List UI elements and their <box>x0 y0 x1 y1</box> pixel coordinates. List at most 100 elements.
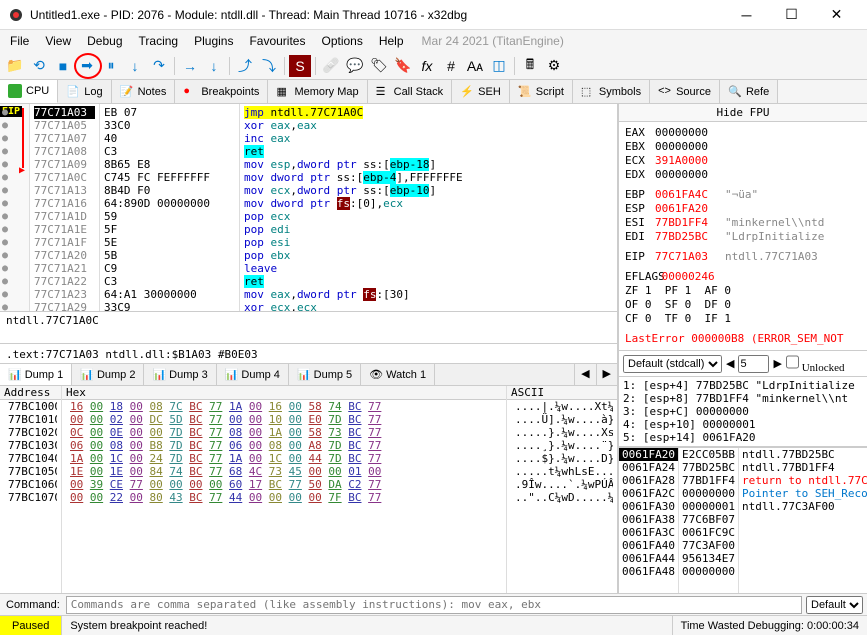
breakpoint-gutter[interactable]: ●●●●●●●●●●●●●●●●●●●●●●●● <box>2 106 8 311</box>
tab-dump4[interactable]: 📊Dump 4 <box>217 364 289 385</box>
notes-icon: 📝 <box>120 85 134 99</box>
scylla-icon[interactable]: S <box>289 55 311 77</box>
trace-over-icon[interactable]: ↓ <box>203 55 225 77</box>
tab-notes[interactable]: 📝Notes <box>112 80 176 103</box>
tab-memory-map[interactable]: ▦Memory Map <box>268 80 367 103</box>
stack-args[interactable]: 1: [esp+4] 77BD25BC "LdrpInitialize2: [e… <box>619 376 867 446</box>
tab-dump2[interactable]: 📊Dump 2 <box>72 364 144 385</box>
calls-icon[interactable]: ◫ <box>488 55 510 77</box>
stack-controls: Default (stdcall) ◀ ▶ Unlocked <box>619 350 867 376</box>
dump-nav-right[interactable]: ▶ <box>596 364 617 385</box>
comments-icon[interactable]: 💬 <box>344 55 366 77</box>
menu-plugins[interactable]: Plugins <box>188 32 239 50</box>
minimize-button[interactable]: ─ <box>724 1 769 29</box>
tab-source[interactable]: <>Source <box>650 80 720 103</box>
tab-references[interactable]: 🔍Refe <box>720 80 778 103</box>
tab-script[interactable]: 📜Script <box>510 80 573 103</box>
symbols-icon: ⬚ <box>581 85 595 99</box>
dump-icon: 📊 <box>80 368 94 381</box>
nav-right-icon[interactable]: ▶ <box>773 357 781 370</box>
step-over-icon[interactable]: ↷ <box>148 55 170 77</box>
assembly-column: jmp ntdll.77C71A0Cxor eax,eaxinc eaxretm… <box>240 104 617 311</box>
strings-icon[interactable]: Aᴀ <box>464 55 486 77</box>
statusbar: Paused System breakpoint reached! Time W… <box>0 615 867 635</box>
tab-symbols[interactable]: ⬚Symbols <box>573 80 650 103</box>
status-paused: Paused <box>0 616 62 635</box>
command-bar: Command: Default <box>0 593 867 615</box>
step-into-icon[interactable]: ↓ <box>124 55 146 77</box>
command-label: Command: <box>0 599 66 611</box>
pause-icon[interactable]: ⏸ <box>100 55 122 77</box>
stack-view[interactable]: 0061FA200061FA240061FA280061FA2C0061FA30… <box>619 446 867 593</box>
menu-file[interactable]: File <box>4 32 35 50</box>
menu-help[interactable]: Help <box>373 32 410 50</box>
run-till-icon[interactable]: ⤵ <box>258 55 280 77</box>
calc-icon[interactable]: 🖩 <box>519 55 541 77</box>
patches-icon[interactable]: 🩹 <box>320 55 342 77</box>
menu-debug[interactable]: Debug <box>81 32 128 50</box>
breakpoint-icon: ● <box>183 85 197 99</box>
arg-count-input[interactable] <box>738 355 769 373</box>
dump-hex-header: Hex <box>62 386 506 400</box>
menubar: File View Debug Tracing Plugins Favourit… <box>0 30 867 52</box>
dump-ascii-header: ASCII <box>507 386 617 400</box>
dump-icon: 📊 <box>8 368 22 381</box>
bookmarks-icon[interactable]: 🔖 <box>392 55 414 77</box>
dump-tabs: 📊Dump 1 📊Dump 2 📊Dump 3 📊Dump 4 📊Dump 5 … <box>0 363 617 385</box>
settings-icon[interactable]: ⚙ <box>543 55 565 77</box>
app-icon <box>8 7 24 23</box>
view-tabs: CPU 📄Log 📝Notes ●Breakpoints ▦Memory Map… <box>0 80 867 104</box>
section-line: .text:77C71A03 ntdll.dll:$B1A03 #B0E03 <box>0 343 617 363</box>
labels-icon[interactable]: 🏷 <box>368 55 390 77</box>
dump-view[interactable]: Address77BC100077BC101077BC102077BC10307… <box>0 385 617 593</box>
tab-seh[interactable]: ⚡SEH <box>452 80 510 103</box>
command-mode-select[interactable]: Default <box>806 596 863 614</box>
status-message: System breakpoint reached! <box>62 616 671 635</box>
trace-into-icon[interactable]: → <box>179 55 201 77</box>
nav-left-icon[interactable]: ◀ <box>726 357 734 370</box>
dump-addr-header: Address <box>0 386 61 400</box>
tab-cpu[interactable]: CPU <box>0 80 58 103</box>
run-icon[interactable]: ➡ <box>76 55 98 77</box>
menu-view[interactable]: View <box>39 32 77 50</box>
unlocked-checkbox[interactable]: Unlocked <box>786 353 845 374</box>
titlebar: Untitled1.exe - PID: 2076 - Module: ntdl… <box>0 0 867 30</box>
tab-log[interactable]: 📄Log <box>58 80 111 103</box>
window-title: Untitled1.exe - PID: 2076 - Module: ntdl… <box>30 8 724 22</box>
close-button[interactable]: ✕ <box>814 1 859 29</box>
registers-view[interactable]: EAX00000000 EBX00000000 ECX391A0000 EDX0… <box>619 122 867 350</box>
log-icon: 📄 <box>66 85 80 99</box>
tab-dump1[interactable]: 📊Dump 1 <box>0 364 72 385</box>
tab-watch1[interactable]: 👁Watch 1 <box>361 364 435 385</box>
disassembly-view[interactable]: EIP ●●●●●●●●●●●●●●●●●●●●●●●● 77C71A0377C… <box>0 104 617 311</box>
open-icon[interactable]: 📁 <box>4 55 26 77</box>
dump-nav-left[interactable]: ◀ <box>574 364 595 385</box>
calling-convention-select[interactable]: Default (stdcall) <box>623 355 722 373</box>
fpu-toggle[interactable]: Hide FPU <box>619 104 867 122</box>
maximize-button[interactable]: ☐ <box>769 1 814 29</box>
status-time: Time Wasted Debugging: 0:00:00:34 <box>672 616 867 635</box>
menu-tracing[interactable]: Tracing <box>133 32 185 50</box>
command-input[interactable] <box>66 596 802 614</box>
restart-icon[interactable]: ⟲ <box>28 55 50 77</box>
info-line: ntdll.77C71A0C <box>0 311 617 327</box>
tab-call-stack[interactable]: ☰Call Stack <box>368 80 453 103</box>
script-icon: 📜 <box>518 85 532 99</box>
tab-dump5[interactable]: 📊Dump 5 <box>289 364 361 385</box>
stop-icon[interactable]: ■ <box>52 55 74 77</box>
dump-icon: 📊 <box>297 368 311 381</box>
tab-dump3[interactable]: 📊Dump 3 <box>144 364 216 385</box>
memory-icon: ▦ <box>276 85 290 99</box>
functions-icon[interactable]: fx <box>416 55 438 77</box>
ref-icon: 🔍 <box>728 85 742 99</box>
seh-icon: ⚡ <box>460 85 474 99</box>
variables-icon[interactable]: # <box>440 55 462 77</box>
stack-icon: ☰ <box>376 85 390 99</box>
menu-favourites[interactable]: Favourites <box>243 32 311 50</box>
jump-arrow <box>22 108 24 168</box>
menu-options[interactable]: Options <box>315 32 368 50</box>
run-to-icon[interactable]: ⤴ <box>234 55 256 77</box>
tab-breakpoints[interactable]: ●Breakpoints <box>175 80 268 103</box>
dump-icon: 📊 <box>152 368 166 381</box>
bytes-column: EB 0733C040C38B65 E8C745 FC FEFFFFFF8B4D… <box>100 104 240 311</box>
